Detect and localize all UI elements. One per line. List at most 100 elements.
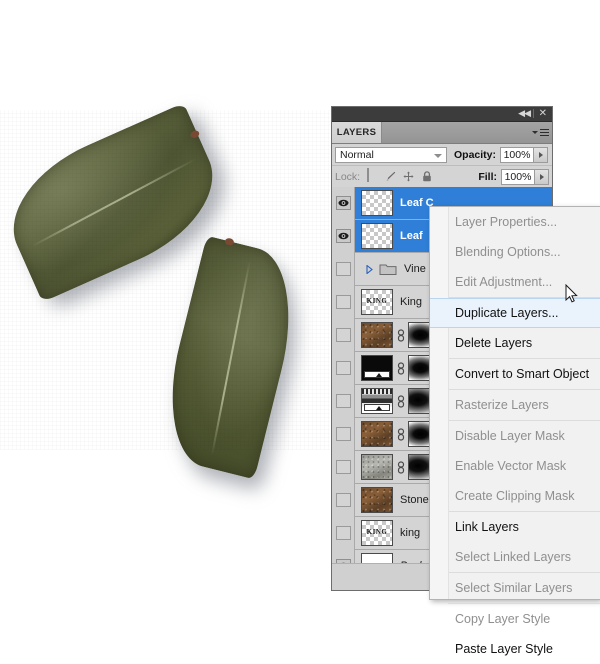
menu-item-label: Blending Options... bbox=[455, 245, 561, 259]
titlebar-divider bbox=[533, 109, 534, 118]
menu-item-label: Create Clipping Mask bbox=[455, 489, 575, 503]
fill-slider-button[interactable] bbox=[535, 168, 549, 185]
layer-visibility-toggle[interactable] bbox=[332, 187, 355, 220]
layer-visibility-toggle[interactable] bbox=[332, 318, 355, 352]
panel-tab-row[interactable]: LAYERS bbox=[332, 122, 552, 144]
menu-item-select-similar-layers[interactable]: Select Similar Layers bbox=[430, 573, 600, 603]
layer-thumbnail[interactable] bbox=[361, 421, 393, 447]
thumbnail-slider bbox=[364, 371, 390, 378]
menu-item-label: Rasterize Layers bbox=[455, 398, 549, 412]
layer-thumbnail[interactable] bbox=[361, 454, 393, 480]
layer-visibility-toggle[interactable] bbox=[332, 483, 355, 517]
link-mask-icon[interactable] bbox=[396, 454, 405, 480]
opacity-value: 100% bbox=[503, 148, 531, 161]
menu-item-enable-vector-mask[interactable]: Enable Vector Mask bbox=[430, 451, 600, 481]
collapse-to-icons-icon[interactable]: ◀◀ bbox=[518, 108, 531, 120]
menu-item-blending-options[interactable]: Blending Options... bbox=[430, 237, 600, 267]
layer-thumbnail[interactable]: KING bbox=[361, 520, 393, 546]
eye-off-icon bbox=[335, 295, 351, 309]
menu-item-duplicate-layers[interactable]: Duplicate Layers... bbox=[430, 298, 600, 328]
folder-icon bbox=[379, 262, 397, 276]
menu-item-label: Convert to Smart Object bbox=[455, 367, 590, 381]
fill-value: 100% bbox=[504, 170, 532, 183]
lock-position-icon[interactable] bbox=[401, 169, 416, 184]
layer-visibility-toggle[interactable] bbox=[332, 252, 355, 286]
menu-item-paste-layer-style[interactable]: Paste Layer Style bbox=[430, 634, 600, 664]
eye-off-icon bbox=[335, 526, 351, 540]
menu-item-convert-to-smart-object[interactable]: Convert to Smart Object bbox=[430, 359, 600, 389]
group-expand-arrow-icon[interactable] bbox=[363, 264, 375, 274]
fill-label: Fill: bbox=[478, 170, 497, 183]
opacity-label: Opacity: bbox=[454, 148, 497, 161]
layer-context-menu[interactable]: Layer Properties... Blending Options... … bbox=[429, 206, 600, 656]
eye-icon bbox=[335, 196, 351, 210]
chevron-down-icon bbox=[434, 153, 442, 158]
layer-visibility-toggle[interactable] bbox=[332, 549, 355, 564]
layer-visibility-toggle[interactable] bbox=[332, 219, 355, 253]
layer-name: Stone bbox=[400, 494, 429, 506]
chevron-down-icon bbox=[532, 131, 538, 134]
menu-item-layer-properties[interactable]: Layer Properties... bbox=[430, 207, 600, 237]
menu-item-label: Edit Adjustment... bbox=[455, 275, 553, 289]
menu-item-label: Link Layers bbox=[455, 520, 519, 534]
layer-name: king bbox=[400, 527, 421, 539]
menu-item-create-clipping-mask[interactable]: Create Clipping Mask bbox=[430, 481, 600, 511]
layer-name: King bbox=[400, 296, 423, 308]
lock-all-padlock-icon[interactable] bbox=[419, 169, 434, 184]
menu-item-rasterize-layers[interactable]: Rasterize Layers bbox=[430, 390, 600, 420]
menu-item-edit-adjustment[interactable]: Edit Adjustment... bbox=[430, 267, 600, 297]
menu-item-label: Select Similar Layers bbox=[455, 581, 573, 595]
menu-item-label: Enable Vector Mask bbox=[455, 459, 567, 473]
menu-item-label: Copy Layer Style bbox=[455, 612, 551, 626]
menu-item-label: Select Linked Layers bbox=[455, 550, 572, 564]
hamburger-icon bbox=[539, 128, 549, 137]
thumbnail-slider bbox=[364, 404, 390, 411]
layer-thumbnail[interactable] bbox=[361, 355, 393, 381]
link-mask-icon[interactable] bbox=[396, 355, 405, 381]
lock-label: Lock: bbox=[335, 170, 361, 183]
layer-thumbnail[interactable] bbox=[361, 190, 393, 216]
layer-visibility-toggle[interactable] bbox=[332, 450, 355, 484]
menu-item-copy-layer-style[interactable]: Copy Layer Style bbox=[430, 604, 600, 634]
opacity-input[interactable]: 100% bbox=[500, 146, 535, 163]
layer-thumbnail[interactable] bbox=[361, 223, 393, 249]
layer-visibility-toggle[interactable] bbox=[332, 285, 355, 319]
menu-item-disable-layer-mask[interactable]: Disable Layer Mask bbox=[430, 421, 600, 451]
close-icon[interactable]: ✕ bbox=[539, 108, 547, 119]
menu-item-delete-layers[interactable]: Delete Layers bbox=[430, 328, 600, 358]
blend-mode-select[interactable]: Normal bbox=[335, 146, 447, 163]
layer-name: Leaf bbox=[400, 230, 423, 242]
layer-visibility-toggle[interactable] bbox=[332, 417, 355, 451]
tab-layers-label: LAYERS bbox=[336, 127, 377, 138]
layer-thumbnail[interactable] bbox=[361, 487, 393, 513]
menu-item-label: Delete Layers bbox=[455, 336, 533, 350]
menu-item-label: Layer Properties... bbox=[455, 215, 558, 229]
eye-off-icon bbox=[335, 394, 351, 408]
menu-item-label: Paste Layer Style bbox=[455, 642, 553, 656]
link-mask-icon[interactable] bbox=[396, 421, 405, 447]
eye-off-icon bbox=[335, 361, 351, 375]
opacity-slider-button[interactable] bbox=[534, 146, 549, 163]
panel-menu-icon[interactable] bbox=[532, 126, 549, 139]
fill-input[interactable]: 100% bbox=[501, 168, 535, 185]
layer-thumbnail[interactable]: KING bbox=[361, 289, 393, 315]
blend-mode-row[interactable]: Normal Opacity: 100% bbox=[332, 144, 552, 166]
thumbnail-text: KING bbox=[366, 297, 388, 305]
layer-thumbnail[interactable] bbox=[361, 388, 393, 414]
lock-transparent-pixels-icon[interactable] bbox=[365, 168, 380, 184]
link-mask-icon[interactable] bbox=[396, 388, 405, 414]
leaf-lower bbox=[152, 235, 316, 492]
panel-titlebar[interactable]: ◀◀ ✕ bbox=[332, 107, 552, 122]
eye-off-icon bbox=[335, 493, 351, 507]
layer-visibility-toggle[interactable] bbox=[332, 351, 355, 385]
layer-visibility-toggle[interactable] bbox=[332, 516, 355, 550]
thumbnail-text: KING bbox=[366, 528, 388, 536]
layer-visibility-toggle[interactable] bbox=[332, 384, 355, 418]
menu-item-link-layers[interactable]: Link Layers bbox=[430, 512, 600, 542]
menu-item-label: Disable Layer Mask bbox=[455, 429, 565, 443]
lock-row[interactable]: Lock: Fill: 100% bbox=[332, 166, 552, 188]
eye-icon bbox=[335, 229, 351, 243]
tab-layers[interactable]: LAYERS bbox=[332, 122, 382, 143]
menu-item-select-linked-layers[interactable]: Select Linked Layers bbox=[430, 542, 600, 572]
lock-image-pixels-icon[interactable] bbox=[383, 169, 398, 184]
